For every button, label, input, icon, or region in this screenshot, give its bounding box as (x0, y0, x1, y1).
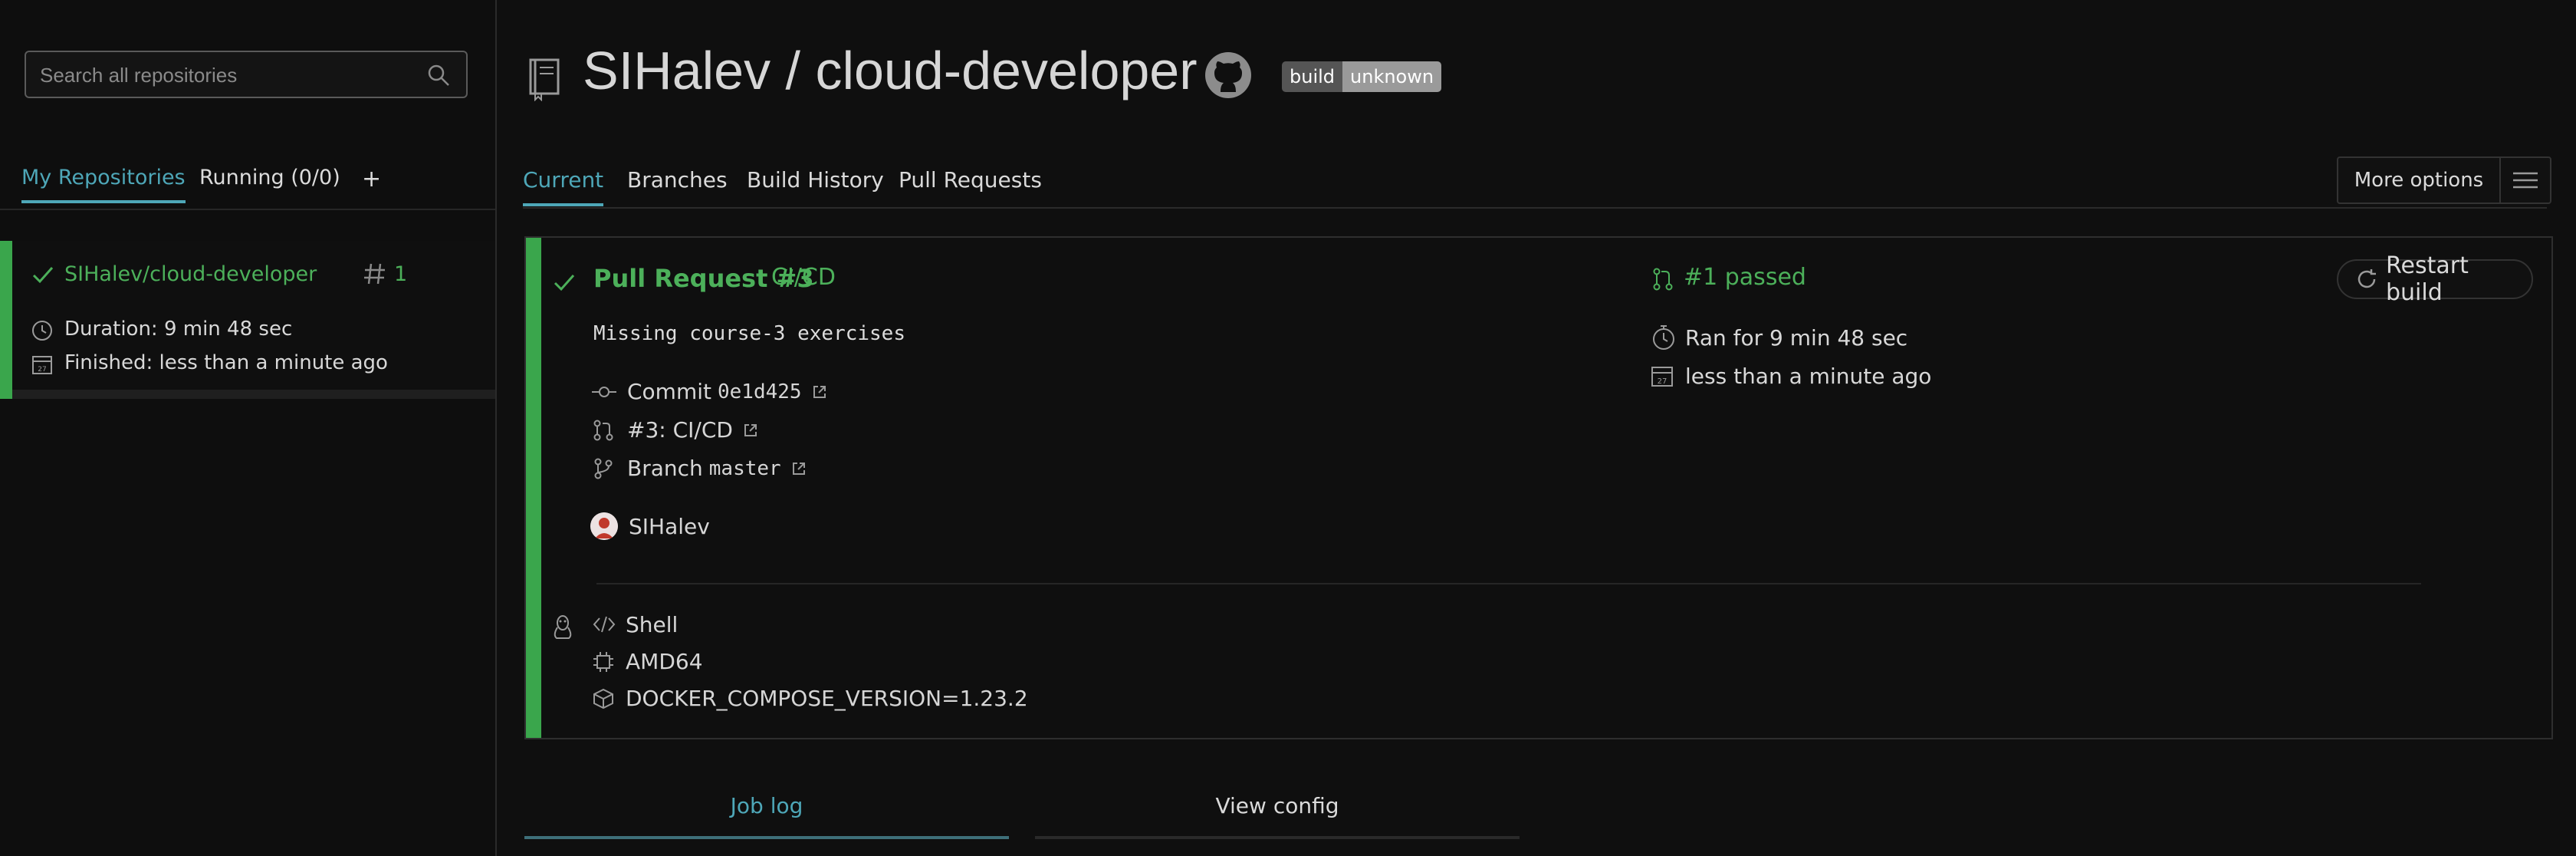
restart-build-button[interactable]: Restart build (2337, 252, 2533, 306)
build-divider (596, 583, 2421, 584)
pull-request-ref[interactable]: #3: CI/CD (627, 417, 733, 443)
refresh-icon[interactable] (2355, 268, 2378, 291)
sidebar-tabs: My Repositories Running (0/0) + (21, 166, 481, 210)
tabs-divider (523, 207, 2547, 209)
avatar (590, 512, 618, 540)
branch-name[interactable]: master (709, 457, 781, 480)
tab-view-config[interactable]: View config (1035, 793, 1520, 839)
code-icon (592, 614, 616, 635)
linux-icon (550, 614, 575, 641)
status-bar (526, 238, 541, 738)
author-name: SIHalev (629, 514, 710, 539)
commit-sha[interactable]: 0e1d425 (718, 380, 802, 403)
hash-icon (362, 261, 388, 287)
external-link-icon[interactable] (742, 422, 759, 439)
sidebar: My Repositories Running (0/0) + SIHalev/… (0, 0, 497, 856)
repo-link[interactable]: SIHalev/cloud-developer (64, 262, 317, 286)
page-title: SIHalev / cloud-developer (583, 41, 1198, 100)
search-box[interactable] (25, 51, 468, 98)
commit-message: Missing course-3 exercises (593, 322, 905, 345)
clock-icon (31, 319, 54, 342)
hamburger-menu-icon[interactable] (2501, 158, 2550, 202)
commit-label: Commit (627, 379, 711, 404)
pull-request-row[interactable]: #3: CI/CD (627, 417, 759, 443)
sidebar-divider (0, 209, 495, 210)
commit-icon (592, 380, 616, 403)
external-link-icon[interactable] (811, 384, 828, 400)
repo-finished: Finished: less than a minute ago (64, 351, 388, 374)
build-duration: Ran for 9 min 48 sec (1685, 325, 1908, 351)
tab-job-log[interactable]: Job log (524, 793, 1009, 839)
search-input[interactable] (38, 52, 425, 98)
github-icon[interactable] (1204, 51, 1253, 100)
branch-row[interactable]: Branch master (627, 456, 807, 481)
branch-label: Branch (627, 456, 703, 481)
search-icon[interactable] (426, 63, 451, 87)
branch-icon (592, 457, 615, 480)
package-icon (592, 687, 615, 710)
repo-card[interactable]: SIHalev/cloud-developer 1 Duration: 9 mi… (0, 241, 495, 399)
pull-request-icon (592, 419, 615, 442)
tab-my-repositories[interactable]: My Repositories (21, 166, 186, 203)
external-link-icon[interactable] (790, 460, 807, 477)
build-status-badge[interactable]: build unknown (1282, 61, 1442, 92)
build-finished: less than a minute ago (1685, 364, 1932, 389)
build-env: DOCKER_COMPOSE_VERSION=1.23.2 (626, 686, 1028, 711)
tab-branches[interactable]: Branches (627, 167, 728, 203)
check-icon (31, 262, 55, 287)
more-options-button[interactable]: More options (2337, 156, 2551, 204)
tab-running[interactable]: Running (0/0) (199, 166, 340, 200)
build-language: Shell (626, 612, 678, 637)
badge-label: build (1282, 61, 1343, 92)
build-card: Pull Request #3 CI/CD Missing course-3 e… (524, 236, 2553, 739)
cpu-icon (592, 650, 615, 673)
tab-build-history[interactable]: Build History (747, 167, 884, 203)
stopwatch-icon (1650, 324, 1677, 351)
calendar-icon: 27 (1650, 364, 1674, 388)
svg-text:27: 27 (1658, 377, 1668, 386)
svg-text:27: 27 (38, 366, 46, 374)
restart-build-label[interactable]: Restart build (2386, 252, 2532, 306)
commit-row[interactable]: Commit 0e1d425 (627, 379, 828, 404)
pull-request-type: CI/CD (771, 264, 836, 291)
repo-icon (524, 57, 563, 101)
pull-request-icon (1651, 267, 1674, 291)
check-icon (552, 270, 577, 295)
add-repository-button[interactable]: + (362, 166, 381, 203)
build-status[interactable]: #1 passed (1684, 264, 1806, 291)
tab-pull-requests[interactable]: Pull Requests (899, 167, 1042, 203)
status-bar (0, 241, 12, 399)
more-options-label[interactable]: More options (2338, 158, 2501, 202)
repo-duration: Duration: 9 min 48 sec (64, 318, 293, 341)
build-number[interactable]: 1 (394, 262, 407, 286)
calendar-icon: 27 (31, 353, 54, 376)
badge-value: unknown (1342, 61, 1442, 92)
tab-current[interactable]: Current (523, 167, 604, 206)
build-arch: AMD64 (626, 649, 703, 674)
main-content: SIHalev / cloud-developer build unknown … (497, 0, 2576, 856)
